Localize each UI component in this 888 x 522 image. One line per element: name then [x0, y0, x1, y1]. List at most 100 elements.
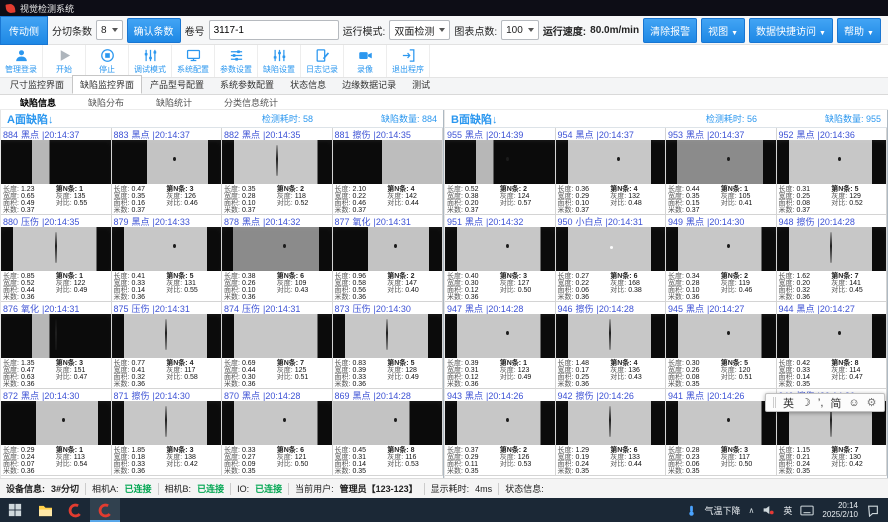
- view-menu-button[interactable]: 视图▼: [701, 18, 745, 43]
- defect-cell[interactable]: 883 黑点 |20:14:37 长度:0.47 宽度:0.35 面积:0.16…: [112, 128, 223, 215]
- defect-cell[interactable]: 881 擦伤 |20:14:35 长度:2.10 宽度:0.22 面积:0.46…: [333, 128, 444, 215]
- defect-cell[interactable]: 944 黑点 |20:14:27 长度:0.42 宽度:0.33 面积:0.14…: [777, 302, 888, 389]
- defect-thumbnail: [222, 401, 332, 445]
- admin-login-button[interactable]: 管理登录: [0, 45, 43, 77]
- subtab-defect-info[interactable]: 缺陷信息: [4, 96, 72, 109]
- action-center-icon[interactable]: [866, 504, 880, 517]
- defect-cell[interactable]: 870 黑点 |20:14:28 长度:0.33 宽度:0.27 面积:0.09…: [222, 389, 333, 476]
- defect-cell-header: 878 黑点 |20:14:32: [222, 215, 332, 227]
- contrast-value: 0.44: [628, 461, 642, 468]
- defect-cell[interactable]: 952 黑点 |20:14:36 长度:0.31 宽度:0.25 面积:0.08…: [777, 128, 888, 215]
- defect-settings-button[interactable]: 缺陷设置: [258, 45, 301, 77]
- run-mode-select[interactable]: 双面检测: [389, 20, 450, 40]
- defect-cell[interactable]: 946 擦伤 |20:14:28 长度:1.48 宽度:0.17 面积:0.25…: [556, 302, 667, 389]
- defect-id: 955: [447, 130, 462, 140]
- defect-cell[interactable]: 871 擦伤 |20:14:30 长度:1.85 宽度:0.18 面积:0.33…: [112, 389, 223, 476]
- recording-button[interactable]: 录像: [344, 45, 387, 77]
- defect-cell[interactable]: 872 黑点 |20:14:30 长度:0.29 宽度:0.24 面积:0.07…: [1, 389, 112, 476]
- defect-cell[interactable]: 877 氧化 |20:14:31 长度:0.96 宽度:0.58 面积:0.56…: [333, 215, 444, 302]
- taskbar-clock[interactable]: 20:14 2025/2/10: [822, 501, 858, 519]
- defect-cell[interactable]: 945 黑点 |20:14:27 长度:0.30 宽度:0.26 面积:0.08…: [666, 302, 777, 389]
- defect-cell[interactable]: 948 擦伤 |20:14:28 长度:1.62 宽度:0.20 面积:0.32…: [777, 215, 888, 302]
- tab-system-param-config[interactable]: 系统参数配置: [212, 75, 282, 94]
- width-label: 宽度:: [114, 193, 130, 200]
- exit-program-button[interactable]: 退出程序: [387, 45, 430, 77]
- tab-status-info[interactable]: 状态信息: [282, 75, 334, 94]
- ime-language-indicator[interactable]: 英: [783, 504, 792, 517]
- app-icon-active[interactable]: [90, 498, 120, 522]
- app-icon-1[interactable]: [60, 498, 90, 522]
- weather-text[interactable]: 气温下降: [705, 504, 741, 517]
- chart-points-select[interactable]: 100: [501, 20, 539, 40]
- tab-edge-data-record[interactable]: 边缘数据记录: [334, 75, 404, 94]
- defect-cell[interactable]: 949 黑点 |20:14:30 长度:0.34 宽度:0.28 面积:0.10…: [666, 215, 777, 302]
- speaker-icon[interactable]: [762, 504, 775, 516]
- tab-test[interactable]: 测试: [404, 75, 438, 94]
- roll-number-input[interactable]: [209, 20, 339, 40]
- confirm-count-button[interactable]: 确认条数: [127, 18, 181, 43]
- defect-cell[interactable]: 942 擦伤 |20:14:26 长度:1.29 宽度:0.19 面积:0.24…: [556, 389, 667, 476]
- contrast-label: 对比:: [721, 287, 737, 294]
- moon-icon[interactable]: ☽: [801, 396, 811, 409]
- defect-cell[interactable]: 879 黑点 |20:14:33 长度:0.41 宽度:0.33 面积:0.14…: [112, 215, 223, 302]
- emoji-icon[interactable]: ☺: [848, 397, 859, 409]
- defect-cell[interactable]: 874 压伤 |20:14:31 长度:0.69 宽度:0.44 面积:0.30…: [222, 302, 333, 389]
- defect-cell[interactable]: 943 黑点 |20:14:26 长度:0.37 宽度:0.29 面积:0.11…: [445, 389, 556, 476]
- slit-count-select[interactable]: 8: [96, 20, 123, 40]
- tab-product-model-config[interactable]: 产品型号配置: [142, 75, 212, 94]
- defect-cell[interactable]: 873 压伤 |20:14:30 长度:0.83 宽度:0.39 面积:0.33…: [333, 302, 444, 389]
- start-button[interactable]: 开始: [43, 45, 86, 77]
- touch-keyboard-icon[interactable]: [800, 505, 814, 516]
- subtab-class-info-statistics[interactable]: 分类信息统计: [208, 96, 294, 109]
- punctuation-toggle[interactable]: ’,: [818, 397, 824, 409]
- width-label: 宽度:: [558, 454, 574, 461]
- drag-handle-icon[interactable]: [773, 397, 776, 408]
- tab-size-monitor[interactable]: 尺寸监控界面: [2, 75, 72, 94]
- parameter-settings-button[interactable]: 参数设置: [215, 45, 258, 77]
- stop-button[interactable]: 停止: [86, 45, 129, 77]
- defect-cell[interactable]: 878 黑点 |20:14:32 长度:0.38 宽度:0.26 面积:0.10…: [222, 215, 333, 302]
- area-value: 0.12: [465, 374, 479, 381]
- drive-side-button[interactable]: 传动侧: [0, 16, 48, 45]
- contrast-label: 对比:: [831, 200, 847, 207]
- defect-cell[interactable]: 884 黑点 |20:14:37 长度:1.23 宽度:0.65 面积:0.49…: [1, 128, 112, 215]
- meter-label: 米数:: [779, 207, 795, 214]
- meter-value: 0.36: [352, 381, 366, 388]
- defect-cell[interactable]: 880 压伤 |20:14:35 长度:0.85 宽度:0.52 面积:0.44…: [1, 215, 112, 302]
- defect-cell[interactable]: 876 氧化 |20:14:31 长度:1.35 宽度:0.47 面积:0.63…: [1, 302, 112, 389]
- log-record-button[interactable]: 日志记录: [301, 45, 344, 77]
- defect-cell[interactable]: 950 小白点 |20:14:31 长度:0.27 宽度:0.22 面积:0.0…: [556, 215, 667, 302]
- help-menu-button[interactable]: 帮助▼: [837, 18, 881, 43]
- defect-cell[interactable]: 954 黑点 |20:14:37 长度:0.36 宽度:0.29 面积:0.10…: [556, 128, 667, 215]
- simplified-chinese-toggle[interactable]: 简: [830, 395, 841, 411]
- data-quick-access-button[interactable]: 数据快捷访问▼: [749, 18, 833, 43]
- defect-cell[interactable]: 953 黑点 |20:14:37 长度:0.44 宽度:0.35 面积:0.15…: [666, 128, 777, 215]
- defect-cell[interactable]: 875 压伤 |20:14:31 长度:0.77 宽度:0.41 面积:0.32…: [112, 302, 223, 389]
- subtab-defect-statistics[interactable]: 缺陷统计: [140, 96, 208, 109]
- ime-english-toggle[interactable]: 英: [783, 395, 794, 411]
- thermometer-icon[interactable]: [686, 503, 697, 518]
- defect-time: |20:14:39: [486, 130, 523, 140]
- start-menu-button[interactable]: [0, 498, 30, 522]
- contrast-label: 对比:: [721, 461, 737, 468]
- defect-cell[interactable]: 951 黑点 |20:14:32 长度:0.40 宽度:0.30 面积:0.12…: [445, 215, 556, 302]
- subtab-defect-distribution[interactable]: 缺陷分布: [72, 96, 140, 109]
- defect-cell[interactable]: 941 黑点 |20:14:26 长度:0.28 宽度:0.23 面积:0.06…: [666, 389, 777, 476]
- defect-cell[interactable]: 882 黑点 |20:14:35 长度:0.35 宽度:0.28 面积:0.10…: [222, 128, 333, 215]
- strip-no-value: 1: [79, 273, 83, 280]
- clear-alarm-button[interactable]: 清除报警: [643, 18, 697, 43]
- defect-cell[interactable]: 947 黑点 |20:14:28 长度:0.39 宽度:0.31 面积:0.12…: [445, 302, 556, 389]
- file-explorer-button[interactable]: [30, 498, 60, 522]
- gear-icon[interactable]: ⚙: [867, 396, 877, 409]
- debug-mode-button[interactable]: 调试模式: [129, 45, 172, 77]
- defect-thumbnail: [556, 314, 666, 358]
- defect-cell[interactable]: 869 黑点 |20:14:28 长度:0.45 宽度:0.31 面积:0.14…: [333, 389, 444, 476]
- width-label: 宽度:: [224, 193, 240, 200]
- defect-thumbnail: [445, 227, 555, 271]
- system-config-button[interactable]: 系统配置: [172, 45, 215, 77]
- defect-time: |20:14:28: [374, 391, 411, 401]
- defect-cell[interactable]: 955 黑点 |20:14:39 长度:0.52 宽度:0.38 面积:0.20…: [445, 128, 556, 215]
- hidden-icons-chevron[interactable]: ∧: [749, 506, 755, 515]
- defect-time: |20:14:28: [597, 304, 634, 314]
- tab-defect-monitor[interactable]: 缺陷监控界面: [72, 75, 142, 94]
